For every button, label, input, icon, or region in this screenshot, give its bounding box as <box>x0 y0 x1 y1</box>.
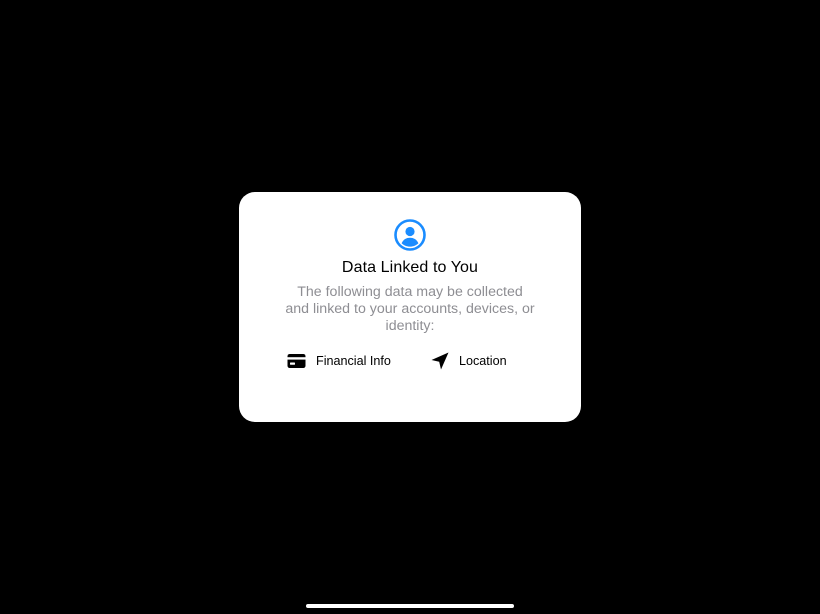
credit-card-icon <box>286 350 308 372</box>
data-type-list: Financial Info Location <box>239 350 581 372</box>
location-arrow-icon <box>429 350 451 372</box>
data-type-location: Location <box>429 350 507 372</box>
card-subtitle: The following data may be collected and … <box>285 284 535 334</box>
screen: Data Linked to You The following data ma… <box>0 0 820 614</box>
privacy-card-data-linked-to-you: Data Linked to You The following data ma… <box>239 192 581 422</box>
data-type-financial-info: Financial Info <box>286 350 391 372</box>
data-type-label: Financial Info <box>316 354 391 368</box>
data-type-label: Location <box>459 354 507 368</box>
person-circle-icon <box>394 219 426 251</box>
card-title: Data Linked to You <box>341 259 479 276</box>
home-indicator[interactable] <box>306 604 514 608</box>
